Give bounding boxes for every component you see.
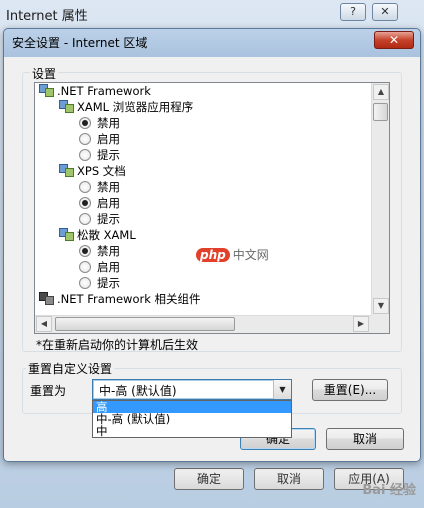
reset-level-select[interactable]: 中-高 (默认值) ▼ [92,379,292,400]
restart-note: *在重新启动你的计算机后生效 [36,338,199,352]
tree-row-label: 启用 [97,260,120,274]
reset-group-label: 重置自定义设置 [26,360,115,377]
tree-row-subheader: XAML 浏览器应用程序 [35,99,371,115]
help-button[interactable]: ? [340,3,366,21]
window-close-button[interactable]: ✕ [372,3,398,21]
window-title: Internet 属性 [6,9,88,24]
reset-to-label: 重置为 [30,384,67,398]
reset-level-value: 中-高 (默认值) [99,384,177,398]
radio-icon[interactable] [79,149,91,161]
tree-row-label: 提示 [97,148,120,162]
tree-row-label: 禁用 [97,116,120,130]
tree-row-option[interactable]: 提示 [35,147,371,163]
settings-tree-content: .NET Framework XAML 浏览器应用程序 禁用 启用 提示 XPS 文档 禁用… [35,83,371,315]
dialog-title: 安全设置 - Internet 区域 [12,36,148,50]
settings-group-label: 设置 [30,65,59,82]
radio-icon[interactable] [79,213,91,225]
tree-row-header: .NET Framework 相关组件 [35,291,371,307]
tree-row-subheader: 松散 XAML [35,227,371,243]
tree-row-label: 提示 [97,212,120,226]
scroll-down-icon[interactable]: ▼ [373,298,389,314]
tree-row-option[interactable]: 启用 [35,195,371,211]
tree-row-label: .NET Framework [57,84,151,98]
bg-cancel-button[interactable]: 取消 [254,468,324,490]
radio-selected-icon[interactable] [79,117,91,129]
tree-row-label: 禁用 [97,180,120,194]
php-logo: php [196,248,230,262]
radio-selected-icon[interactable] [79,245,91,257]
tree-row-label: 启用 [97,132,120,146]
scroll-corner [371,315,389,333]
scroll-thumb[interactable] [373,103,388,121]
vertical-scrollbar[interactable]: ▲ ▼ [371,83,389,315]
bg-ok-button[interactable]: 确定 [174,468,244,490]
horizontal-scroll-thumb[interactable] [55,317,235,331]
radio-icon[interactable] [79,181,91,193]
tree-row-label: XAML 浏览器应用程序 [77,100,194,114]
reset-level-dropdown: 高 中-高 (默认值) 中 [92,400,292,438]
tree-row-label: 禁用 [97,244,120,258]
tree-row-option[interactable]: 禁用 [35,179,371,195]
tree-row-label: .NET Framework 相关组件 [57,292,201,306]
radio-icon[interactable] [79,261,91,273]
radio-selected-icon[interactable] [79,197,91,209]
baidu-watermark: Bai 经验 [362,483,416,498]
horizontal-scrollbar[interactable]: ◀ ▶ [35,315,371,333]
tree-row-header: .NET Framework [35,83,371,99]
scroll-left-icon[interactable]: ◀ [36,316,52,332]
net-settings-icon [39,84,55,98]
tree-row-option[interactable]: 启用 [35,131,371,147]
php-watermark: php 中文网 [196,246,269,263]
tree-row-option[interactable]: 提示 [35,211,371,227]
scroll-right-icon[interactable]: ▶ [353,316,369,332]
net-settings-icon [59,164,75,178]
radio-icon[interactable] [79,277,91,289]
tree-row-label: 提示 [97,276,120,290]
php-watermark-text: 中文网 [232,248,269,262]
dark-settings-icon [39,292,55,306]
cancel-button[interactable]: 取消 [326,428,404,450]
tree-row-option[interactable]: 提示 [35,275,371,291]
radio-icon[interactable] [79,133,91,145]
reset-button[interactable]: 重置(E)... [312,379,388,401]
tree-row-label: 松散 XAML [77,228,136,242]
chevron-down-icon[interactable]: ▼ [273,380,291,399]
settings-tree[interactable]: .NET Framework XAML 浏览器应用程序 禁用 启用 提示 XPS 文档 禁用… [34,82,390,334]
tree-row-option[interactable]: 禁用 [35,115,371,131]
scroll-up-icon[interactable]: ▲ [373,84,389,100]
tree-row-subheader: XPS 文档 [35,163,371,179]
net-settings-icon [59,228,75,242]
reset-option-medium-high[interactable]: 中-高 (默认值) [93,413,291,425]
dialog-close-button[interactable]: ✕ [374,31,414,49]
tree-row-label: 启用 [97,196,120,210]
reset-option-medium[interactable]: 中 [93,425,291,437]
tree-row-label: XPS 文档 [77,164,126,178]
net-settings-icon [59,100,75,114]
